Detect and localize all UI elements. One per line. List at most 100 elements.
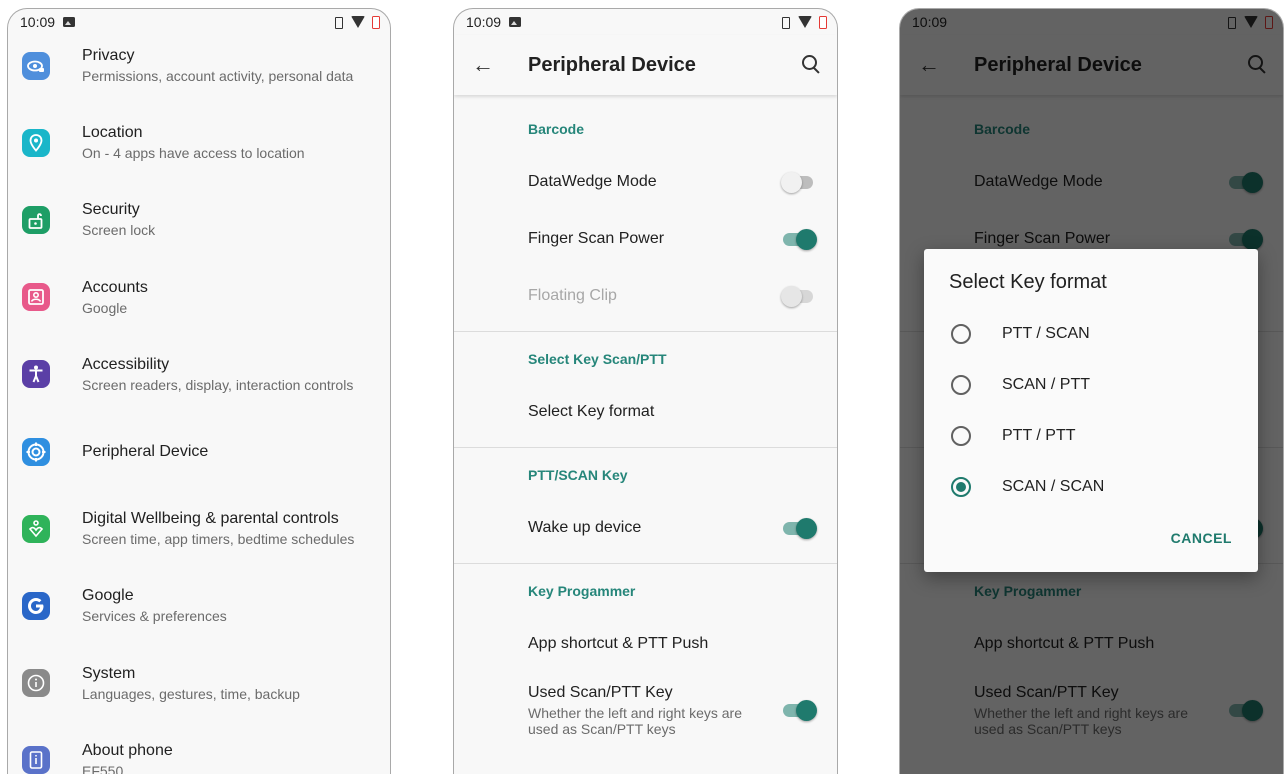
divider: [454, 331, 837, 332]
page-title: Peripheral Device: [528, 53, 696, 76]
radio-label: PTT / SCAN: [1002, 324, 1090, 342]
settings-item-accessibility[interactable]: Accessibility Screen readers, display, i…: [8, 336, 390, 413]
settings-item-subtitle: Services & preferences: [82, 608, 227, 625]
pref-title: Floating Clip: [528, 286, 617, 304]
settings-item-subtitle: EF550: [82, 762, 124, 774]
settings-list: Privacy Permissions, account activity, p…: [8, 27, 390, 774]
radio-option-scan-ptt[interactable]: SCAN / PTT: [924, 359, 1258, 410]
pref-used-scan-ptt-key[interactable]: Used Scan/PTT Key Whether the left and r…: [454, 672, 837, 748]
pref-datawedge-mode[interactable]: DataWedge Mode: [454, 153, 837, 210]
eye-lock-icon: [22, 51, 50, 80]
radio-label: SCAN / PTT: [1002, 375, 1091, 393]
divider: [454, 563, 837, 564]
battery-icon: [819, 15, 827, 29]
pref-floating-clip: Floating Clip: [454, 267, 837, 324]
settings-item-privacy[interactable]: Privacy Permissions, account activity, p…: [8, 27, 390, 104]
select-key-format-dialog: Select Key format PTT / SCAN SCAN / PTT …: [924, 249, 1258, 572]
settings-item-subtitle: Screen readers, display, interaction con…: [82, 376, 354, 393]
status-bar: 10:09: [454, 9, 837, 35]
pref-title: DataWedge Mode: [528, 172, 657, 190]
image-notification-icon: [63, 17, 76, 27]
settings-item-peripheral-device[interactable]: Peripheral Device: [8, 413, 390, 490]
divider: [454, 447, 837, 448]
pref-summary: Whether the left and right keys are used…: [528, 704, 742, 737]
account-box-icon: [22, 283, 50, 312]
wifi-icon: [798, 16, 812, 28]
settings-item-title: System: [82, 664, 136, 682]
pref-select-key-format[interactable]: Select Key format: [454, 383, 837, 440]
pref-title: App shortcut & PTT Push: [528, 634, 709, 652]
settings-item-title: Security: [82, 201, 140, 219]
settings-item-accounts[interactable]: Accounts Google: [8, 259, 390, 336]
app-bar: ← Peripheral Device: [454, 35, 837, 95]
category-key-programmer: Key Progammer: [528, 583, 636, 599]
radio-button-selected[interactable]: [951, 476, 971, 497]
dialog-title: Select Key format: [949, 271, 1107, 293]
datawedge-switch[interactable]: [781, 171, 817, 193]
pref-title: Finger Scan Power: [528, 229, 665, 247]
radio-option-ptt-scan[interactable]: PTT / SCAN: [924, 308, 1258, 359]
peripheral-device-icon: [22, 437, 50, 466]
settings-item-digital-wellbeing[interactable]: Digital Wellbeing & parental controls Sc…: [8, 490, 390, 567]
battery-icon: [372, 15, 380, 29]
finger-scan-switch[interactable]: [781, 228, 817, 250]
radio-label: SCAN / SCAN: [1002, 477, 1105, 495]
settings-item-title: Privacy: [82, 47, 135, 65]
status-time: 10:09: [466, 14, 502, 30]
vibrate-icon: [332, 17, 344, 29]
google-g-icon: [22, 591, 50, 620]
pref-finger-scan-power[interactable]: Finger Scan Power: [454, 210, 837, 267]
category-ptt-scan-key: PTT/SCAN Key: [528, 467, 628, 483]
wellbeing-icon: [22, 514, 50, 543]
wifi-icon: [351, 16, 365, 28]
settings-item-google[interactable]: Google Services & preferences: [8, 567, 390, 644]
settings-item-subtitle: Permissions, account activity, personal …: [82, 68, 354, 85]
category-select-key: Select Key Scan/PTT: [528, 351, 667, 367]
cancel-button[interactable]: CANCEL: [1171, 530, 1232, 546]
settings-item-subtitle: Languages, gestures, time, backup: [82, 685, 300, 702]
settings-item-security[interactable]: Security Screen lock: [8, 181, 390, 258]
pref-title: Used Scan/PTT Key: [528, 683, 673, 701]
radio-button[interactable]: [951, 374, 971, 395]
vibrate-icon: [779, 17, 791, 29]
select-key-dialog-screen: 10:09 ← Peripheral Device Barcode DataWe…: [899, 8, 1284, 774]
image-notification-icon: [509, 17, 522, 27]
radio-label: PTT / PTT: [1002, 426, 1076, 444]
floating-clip-switch: [781, 285, 817, 307]
pref-wake-up-device[interactable]: Wake up device: [454, 499, 837, 556]
back-arrow-icon[interactable]: ←: [472, 52, 528, 78]
lock-open-icon: [22, 205, 50, 234]
info-icon: [22, 669, 50, 698]
location-pin-icon: [22, 128, 50, 157]
settings-item-subtitle: Screen time, app timers, bedtime schedul…: [82, 531, 355, 548]
pref-title: Wake up device: [528, 518, 642, 536]
settings-item-system[interactable]: System Languages, gestures, time, backup: [8, 645, 390, 722]
pref-app-shortcut[interactable]: App shortcut & PTT Push: [454, 615, 837, 672]
settings-item-subtitle: On - 4 apps have access to location: [82, 145, 305, 162]
wake-up-switch[interactable]: [781, 517, 817, 539]
settings-item-location[interactable]: Location On - 4 apps have access to loca…: [8, 104, 390, 181]
settings-item-title: Location: [82, 124, 143, 142]
settings-item-subtitle: Google: [82, 299, 128, 316]
radio-option-scan-scan[interactable]: SCAN / SCAN: [924, 461, 1258, 512]
used-key-switch[interactable]: [781, 699, 817, 721]
preference-list: Barcode DataWedge Mode Finger Scan Power…: [454, 95, 837, 748]
settings-item-title: Peripheral Device: [82, 442, 209, 460]
search-icon[interactable]: [801, 54, 823, 76]
settings-item-title: About phone: [82, 741, 173, 759]
settings-item-title: Accounts: [82, 278, 148, 296]
settings-item-about-phone[interactable]: About phone EF550: [8, 722, 390, 774]
peripheral-device-screen: 10:09 ← Peripheral Device Barcode DataWe…: [453, 8, 838, 774]
pref-title: Select Key format: [528, 402, 655, 420]
settings-item-title: Accessibility: [82, 355, 170, 373]
category-barcode: Barcode: [528, 121, 585, 137]
accessibility-icon: [22, 360, 50, 389]
settings-item-title: Google: [82, 587, 134, 605]
radio-button[interactable]: [951, 425, 971, 446]
radio-button[interactable]: [951, 323, 971, 344]
radio-option-ptt-ptt[interactable]: PTT / PTT: [924, 410, 1258, 461]
settings-item-subtitle: Screen lock: [82, 222, 156, 239]
status-time: 10:09: [20, 14, 56, 30]
settings-screen: 10:09 Privacy Permissions, account activ…: [7, 8, 391, 774]
phone-info-icon: [22, 746, 50, 774]
